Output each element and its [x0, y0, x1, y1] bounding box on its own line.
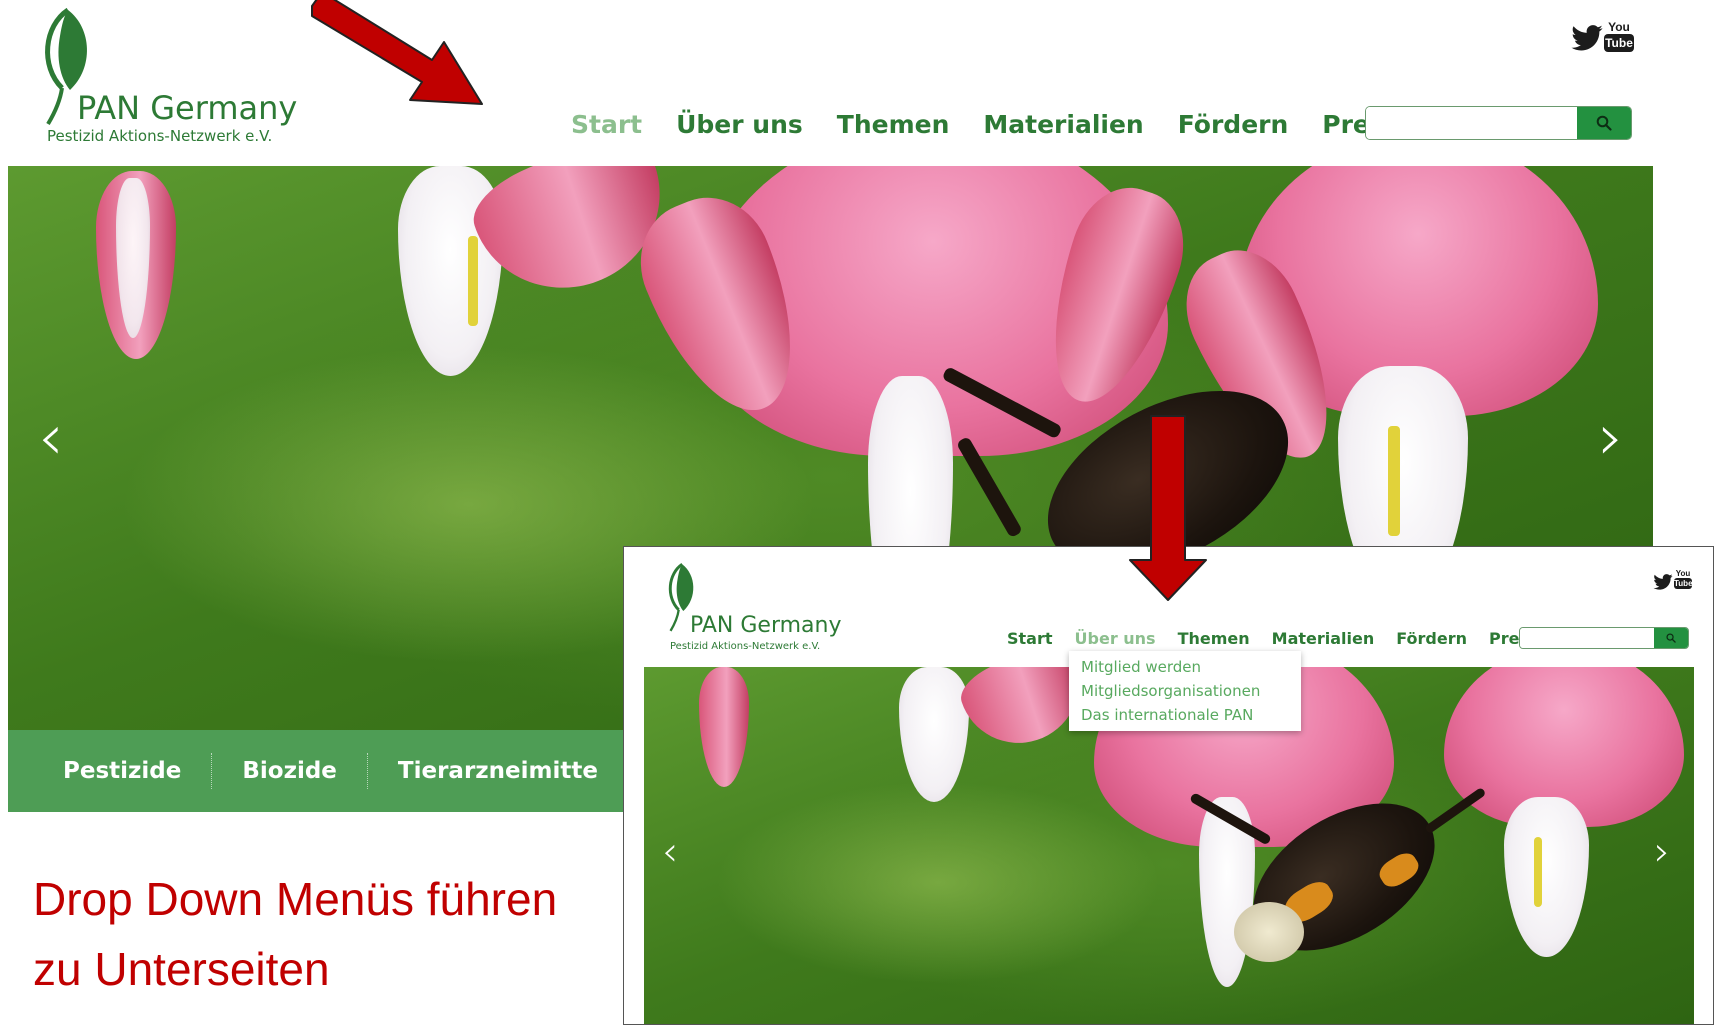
search-input[interactable]: [1520, 628, 1654, 648]
flower-stamen: [1388, 426, 1400, 536]
search-box: [1519, 627, 1689, 649]
category-tierarzneimittel[interactable]: Tierarzneimitte: [368, 758, 598, 784]
category-biozide[interactable]: Biozide: [212, 758, 367, 784]
dropdown-item-internationale-pan[interactable]: Das internationale PAN: [1069, 703, 1301, 727]
search-box: [1365, 106, 1632, 140]
youtube-icon[interactable]: You Tube: [1674, 569, 1693, 591]
search-icon: [1666, 633, 1676, 643]
search-button[interactable]: [1577, 107, 1631, 139]
slider-next-arrow[interactable]: ›: [1654, 832, 1670, 872]
nav-item-ueber-uns[interactable]: Über uns: [1075, 629, 1156, 648]
twitter-icon[interactable]: [1653, 574, 1673, 590]
dropdown-item-mitglied-werden[interactable]: Mitglied werden: [1069, 655, 1301, 679]
caption-line-2: zu Unterseiten: [33, 943, 330, 995]
nav-item-themen[interactable]: Themen: [1178, 629, 1250, 648]
red-arrow-diagonal: [311, 0, 483, 105]
search-input[interactable]: [1366, 107, 1578, 139]
flower-stamen: [468, 236, 478, 326]
main-nav: Start Über uns Themen Materialien Förder…: [1007, 627, 1549, 649]
dropdown-item-mitgliedsorganisationen[interactable]: Mitgliedsorganisationen: [1069, 679, 1301, 703]
caption-line-1: Drop Down Menüs führen: [33, 873, 558, 925]
search-icon: [1596, 115, 1612, 131]
category-pestizide[interactable]: Pestizide: [33, 758, 211, 784]
youtube-icon[interactable]: You Tube: [1604, 20, 1634, 54]
nav-item-foerdern[interactable]: Fördern: [1396, 629, 1467, 648]
logo-subtitle: Pestizid Aktions-Netzwerk e.V.: [47, 127, 273, 145]
white-flower: [899, 667, 969, 802]
logo-name: PAN Germany: [690, 613, 842, 638]
slider-next-arrow[interactable]: ›: [1598, 406, 1624, 470]
red-arrow-down: [1129, 415, 1207, 601]
main-nav: Start Über uns Themen Materialien Förder…: [571, 108, 1417, 140]
dropdown-menu-ueber-uns: Mitglied werden Mitgliedsorganisationen …: [1069, 651, 1301, 731]
slider-prev-arrow[interactable]: ‹: [38, 406, 64, 470]
category-bar: Pestizide Biozide Tierarzneimitte: [8, 730, 648, 812]
nav-item-materialien[interactable]: Materialien: [1272, 629, 1375, 648]
search-button[interactable]: [1654, 628, 1688, 648]
logo-name: PAN Germany: [77, 89, 298, 127]
slider-prev-arrow[interactable]: ‹: [662, 832, 678, 872]
logo-subtitle: Pestizid Aktions-Netzwerk e.V.: [670, 641, 821, 652]
nav-item-start[interactable]: Start: [571, 110, 642, 139]
dropdown-example-screenshot: PAN Germany Pestizid Aktions-Netzwerk e.…: [623, 546, 1714, 1025]
flower-stamen: [1534, 837, 1542, 907]
nav-item-themen[interactable]: Themen: [837, 110, 950, 139]
twitter-icon[interactable]: [1571, 25, 1603, 51]
annotation-caption: Drop Down Menüs führen zu Unterseiten: [33, 864, 633, 1004]
nav-item-materialien[interactable]: Materialien: [983, 110, 1143, 139]
flower-bud: [699, 667, 749, 787]
bee-leg: [1424, 786, 1487, 835]
bee-tail: [1234, 902, 1304, 962]
white-flower: [1504, 797, 1589, 957]
nav-item-ueber-uns[interactable]: Über uns: [676, 110, 803, 139]
nav-item-foerdern[interactable]: Fördern: [1178, 110, 1289, 139]
nav-item-start[interactable]: Start: [1007, 629, 1053, 648]
